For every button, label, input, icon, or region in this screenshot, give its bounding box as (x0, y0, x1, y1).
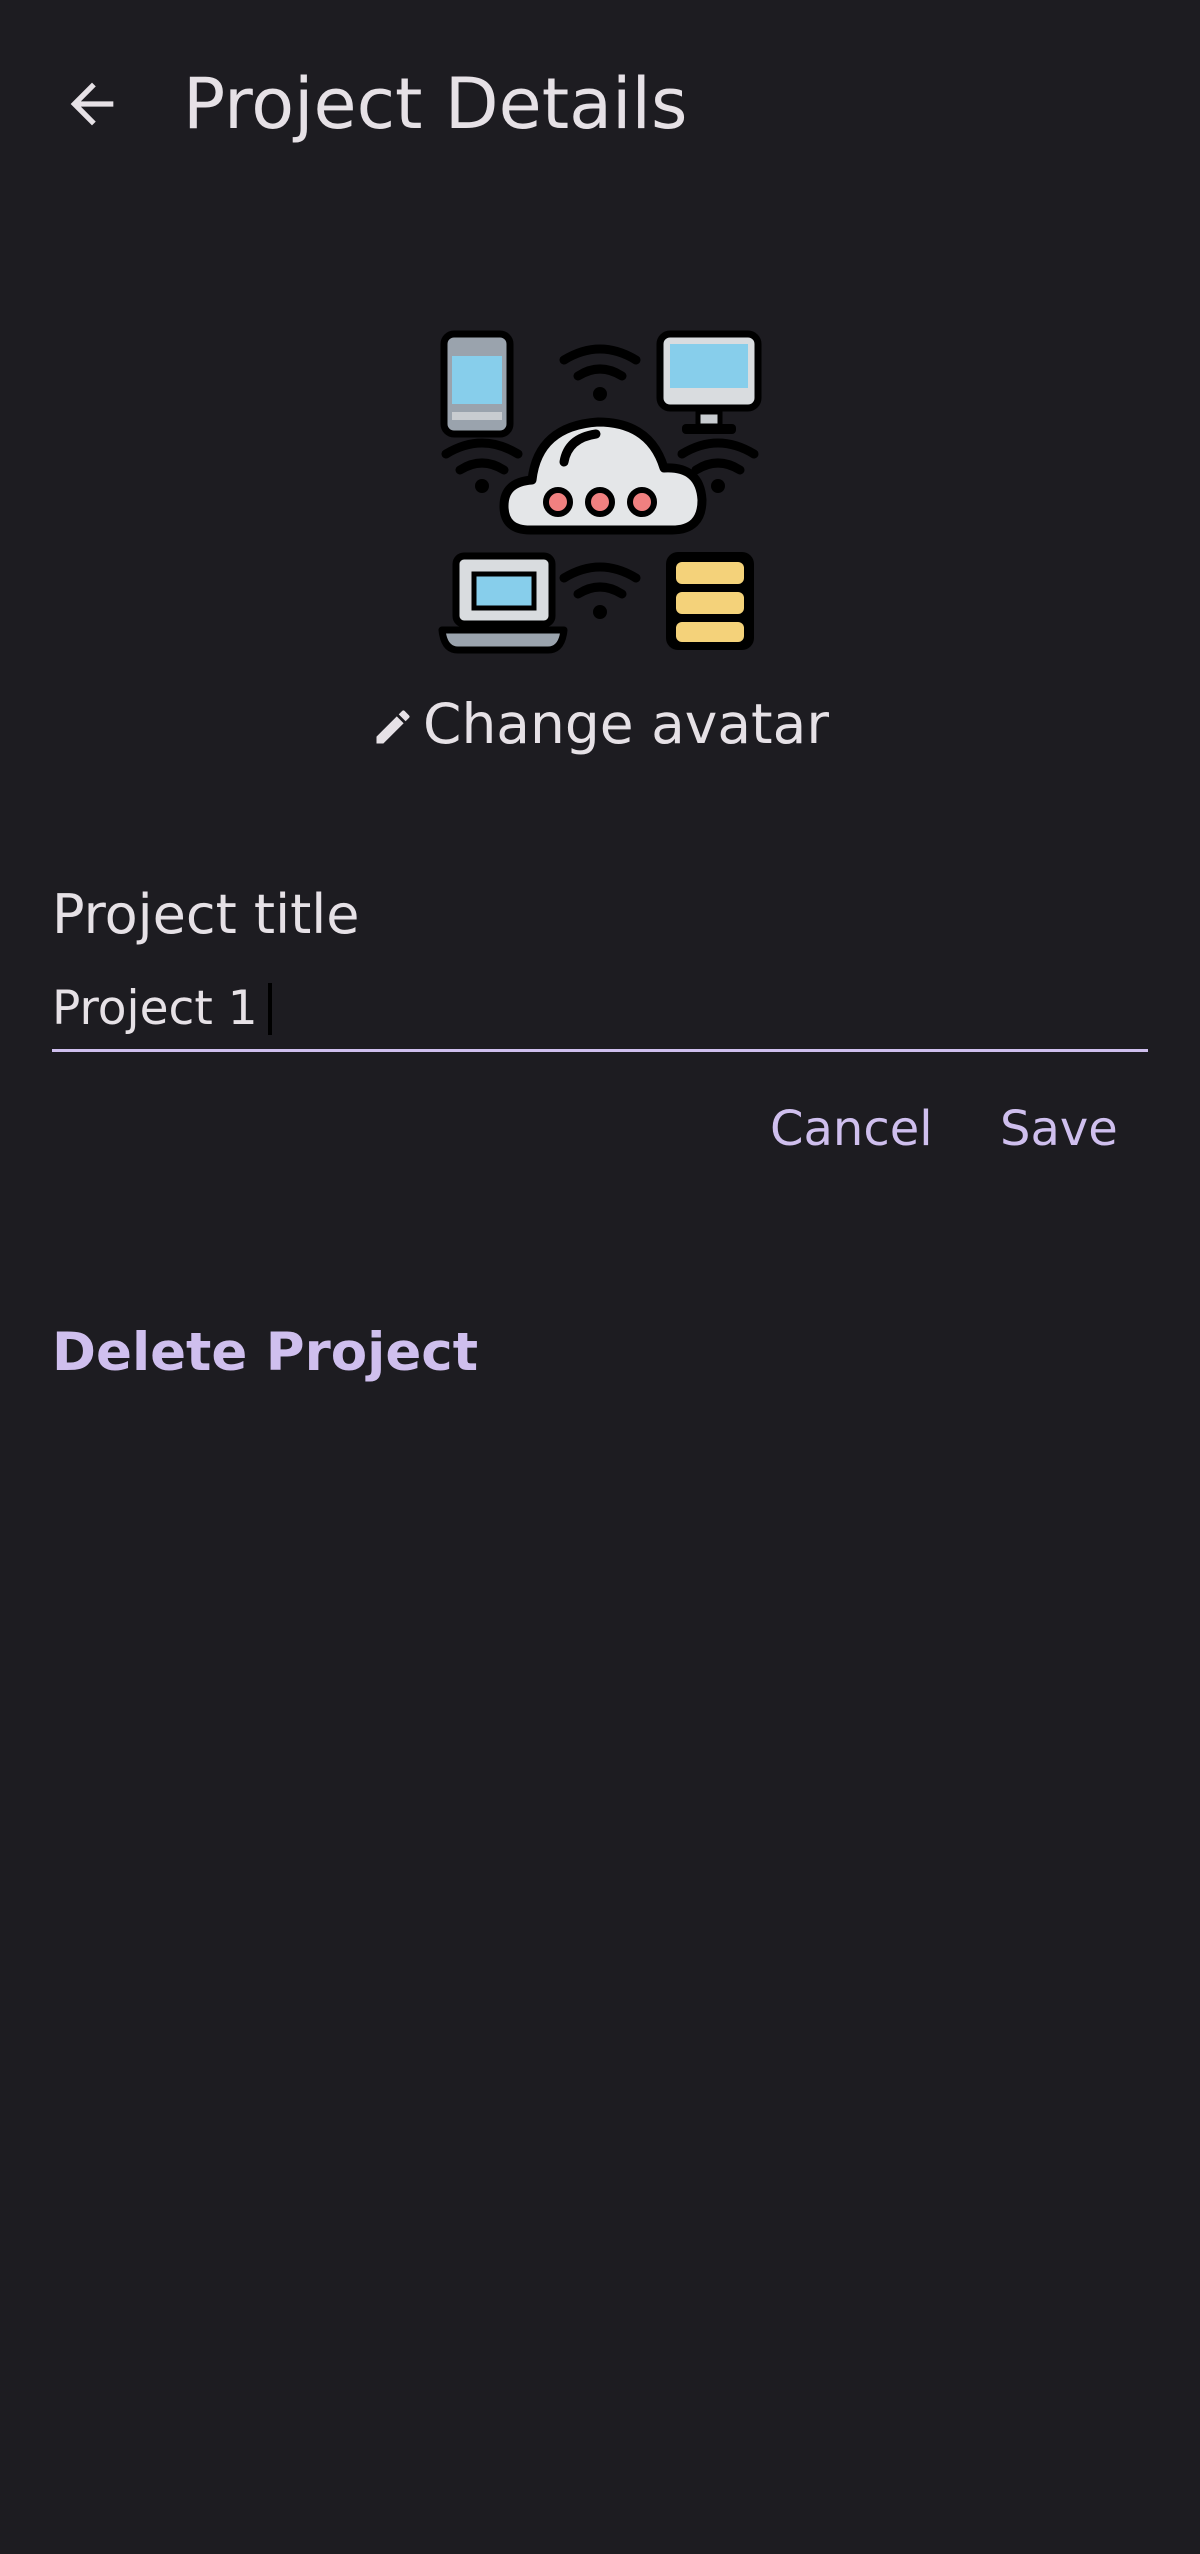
project-title-label: Project title (52, 883, 360, 946)
cancel-button[interactable]: Cancel (770, 1098, 933, 1160)
project-title-value: Project 1 (52, 981, 258, 1036)
delete-project-button[interactable]: Delete Project (52, 1318, 478, 1388)
back-button[interactable] (50, 62, 134, 146)
text-cursor (267, 982, 272, 1035)
arrow-back-icon (70, 82, 114, 126)
save-button[interactable]: Save (1000, 1098, 1118, 1160)
project-title-input[interactable]: Project 1 (52, 970, 1148, 1052)
cloud-network-devices-icon (438, 330, 762, 654)
change-avatar-button[interactable]: Change avatar (0, 684, 1200, 764)
change-avatar-label: Change avatar (423, 692, 829, 756)
top-app-bar: Project Details (0, 0, 1200, 210)
page-title: Project Details (183, 63, 688, 145)
pencil-icon (376, 710, 410, 744)
